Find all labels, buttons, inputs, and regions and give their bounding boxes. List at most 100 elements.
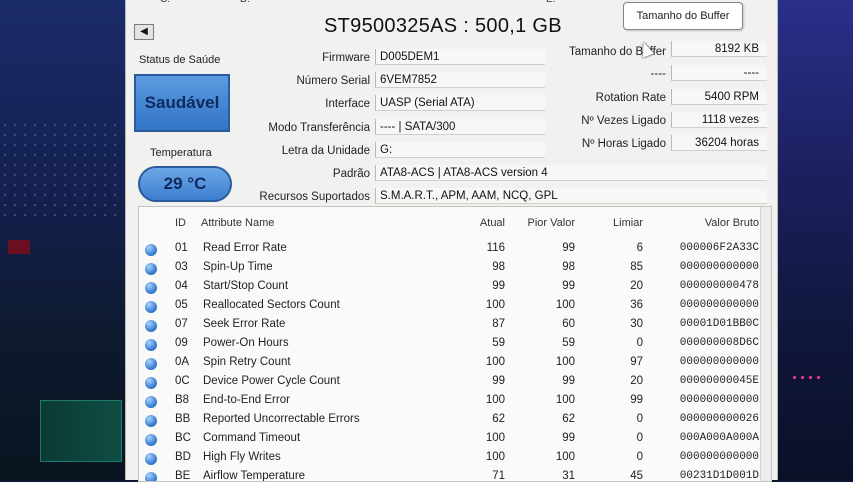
status-dot-icon [145, 472, 157, 481]
cell-worst: 60 [562, 318, 575, 330]
firmware-value: D005DEM1 [375, 49, 545, 65]
cell-raw: 000000000000 [679, 356, 759, 368]
previous-drive-button[interactable]: ◀ [134, 24, 154, 40]
cell-raw: 000000000000 [679, 299, 759, 311]
unused-value: ---- [671, 65, 767, 81]
cell-name: Reallocated Sectors Count [203, 299, 340, 311]
cell-name: End-to-End Error [203, 394, 290, 406]
power-on-hours-label: Nº Horas Ligado [581, 138, 666, 150]
interface-value: UASP (Serial ATA) [375, 95, 545, 111]
cell-threshold: 20 [630, 280, 643, 292]
cell-id: 04 [175, 280, 188, 292]
column-header-raw[interactable]: Valor Bruto [649, 217, 759, 229]
table-row[interactable]: BB Reported Uncorrectable Errors 62 62 0 0000… [139, 412, 771, 430]
status-dot-icon [145, 358, 157, 370]
table-row[interactable]: BE Airflow Temperature 71 31 45 00231D1D001D [139, 469, 771, 482]
column-header-threshold[interactable]: Limiar [579, 217, 643, 229]
transfer-mode-label: Modo Transferência [268, 122, 370, 134]
cell-id: BC [175, 432, 191, 444]
cell-worst: 99 [562, 375, 575, 387]
rotation-rate-label: Rotation Rate [595, 92, 666, 104]
cell-current: 99 [492, 375, 505, 387]
features-label: Recursos Suportados [259, 191, 370, 203]
background-pegboard [0, 120, 120, 220]
background-left [0, 0, 128, 480]
table-row[interactable]: 09 Power-On Hours 59 59 0 000000008D6C [139, 336, 771, 354]
table-row[interactable]: 01 Read Error Rate 116 99 6 000006F2A33C [139, 241, 771, 259]
table-scrollbar[interactable] [760, 207, 771, 481]
table-row[interactable]: 0A Spin Retry Count 100 100 97 000000000000 [139, 355, 771, 373]
cell-name: Command Timeout [203, 432, 301, 444]
status-dot-icon [145, 453, 157, 465]
cell-id: B8 [175, 394, 190, 406]
column-header-id[interactable]: ID [175, 217, 186, 229]
cell-current: 100 [485, 356, 505, 368]
cell-name: Seek Error Rate [203, 318, 286, 330]
cell-current: 99 [492, 280, 505, 292]
table-row[interactable]: 05 Reallocated Sectors Count 100 100 36 00000… [139, 298, 771, 316]
cell-name: Spin Retry Count [203, 356, 291, 368]
status-dot-icon [145, 301, 157, 313]
cell-id: 03 [175, 261, 188, 273]
background-led [801, 376, 804, 379]
table-row[interactable]: B8 End-to-End Error 100 100 99 000000000000 [139, 393, 771, 411]
cell-raw: 000006F2A33C [679, 242, 759, 254]
temperature-button[interactable]: 29 °C [138, 166, 232, 202]
status-dot-icon [145, 320, 157, 332]
cell-raw: 000000000026 [679, 413, 759, 425]
power-on-hours-value: 36204 horas [671, 135, 767, 151]
cell-name: Airflow Temperature [203, 470, 306, 482]
cell-worst: 99 [562, 432, 575, 444]
cell-current: 98 [492, 261, 505, 273]
health-status-button[interactable]: Saudável [134, 74, 230, 132]
table-row[interactable]: BC Command Timeout 100 99 0 000A000A000A [139, 431, 771, 449]
table-row[interactable]: 03 Spin-Up Time 98 98 85 000000000000 [139, 260, 771, 278]
cell-worst: 100 [555, 356, 575, 368]
unused-label: ---- [650, 68, 666, 80]
rotation-rate-value: 5400 RPM [671, 89, 767, 105]
cell-raw: 00231D1D001D [679, 470, 759, 482]
cell-id: 09 [175, 337, 188, 349]
cell-threshold: 30 [630, 318, 643, 330]
cell-current: 116 [486, 242, 505, 254]
cell-id: 07 [175, 318, 188, 330]
cell-id: BD [175, 451, 191, 463]
cell-name: Power-On Hours [203, 337, 289, 349]
cell-threshold: 0 [636, 413, 643, 425]
drive-tab[interactable]: D: [240, 0, 250, 5]
crystaldiskinfo-window: C: D: E: ◀ ST9500325AS : 500,1 GB Status… [125, 0, 778, 482]
cell-id: BE [175, 470, 191, 482]
cell-name: Spin-Up Time [203, 261, 273, 273]
cell-raw: 000000000000 [679, 261, 759, 273]
column-header-attribute[interactable]: Attribute Name [201, 217, 274, 229]
cell-threshold: 36 [630, 299, 643, 311]
serial-label: Número Serial [296, 75, 371, 87]
cell-id: 05 [175, 299, 188, 311]
background-led [817, 376, 820, 379]
table-row[interactable]: BD High Fly Writes 100 100 0 000000000000 [139, 450, 771, 468]
table-row[interactable]: 0C Device Power Cycle Count 99 99 20 00000000… [139, 374, 771, 392]
power-on-count-label: Nº Vezes Ligado [581, 115, 666, 127]
table-row[interactable]: 07 Seek Error Rate 87 60 30 00001D01BB0C [139, 317, 771, 335]
drive-tab[interactable]: C: [160, 0, 170, 5]
features-value: S.M.A.R.T., APM, AAM, NCQ, GPL [375, 188, 767, 204]
table-row[interactable]: 04 Start/Stop Count 99 99 20 000000000478 [139, 279, 771, 297]
cell-current: 62 [492, 413, 505, 425]
background-right [771, 0, 853, 480]
cell-threshold: 6 [636, 242, 643, 254]
column-header-worst[interactable]: Pior Valor [509, 217, 575, 229]
status-dot-icon [145, 396, 157, 408]
column-header-current[interactable]: Atual [439, 217, 505, 229]
drive-tab[interactable]: E: [546, 0, 555, 5]
cell-raw: 000000008D6C [679, 337, 759, 349]
cell-raw: 000000000000 [679, 394, 759, 406]
cell-raw: 00001D01BB0C [679, 318, 759, 330]
cell-current: 59 [492, 337, 505, 349]
buffer-size-value: 8192 KB [671, 41, 767, 57]
cell-worst: 98 [562, 261, 575, 273]
standard-value: ATA8-ACS | ATA8-ACS version 4 [375, 165, 767, 181]
cell-current: 100 [485, 299, 505, 311]
cell-current: 100 [485, 451, 505, 463]
cell-worst: 99 [562, 280, 575, 292]
cell-id: 0A [175, 356, 190, 368]
